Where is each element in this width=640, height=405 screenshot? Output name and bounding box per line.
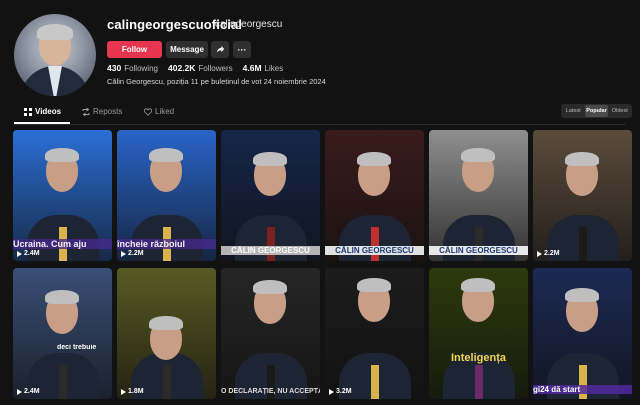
person-hair — [357, 152, 391, 166]
view-count: 3.2M — [329, 388, 352, 395]
follow-button[interactable]: Follow — [107, 41, 162, 58]
person-hair — [565, 152, 599, 166]
person-tie — [267, 227, 275, 261]
more-options-button[interactable]: ··· — [233, 41, 251, 58]
view-count: 2.2M — [121, 250, 144, 257]
sort-latest[interactable]: Latest — [562, 105, 584, 117]
view-count-value: 2.2M — [128, 250, 144, 257]
view-count-value: 1.8M — [128, 388, 144, 395]
profile-stats: 430 Following 402.2K Followers 4.6M Likes — [107, 63, 283, 73]
following-count: 430 — [107, 63, 122, 73]
tab-reposts-label: Reposts — [93, 107, 123, 116]
video-thumbnail[interactable]: 1.8M — [117, 268, 216, 399]
followers-count: 402.2K — [167, 63, 196, 73]
video-thumbnail[interactable]: 2.2M — [533, 130, 632, 261]
person-tie — [59, 365, 67, 399]
sort-popular[interactable]: Popular — [585, 105, 608, 117]
view-count: 2.4M — [17, 250, 40, 257]
view-count-value: 3.2M — [336, 388, 352, 395]
person-tie — [371, 227, 379, 261]
video-thumbnail[interactable]: deci trebuie 2.4M — [13, 268, 112, 399]
view-count: 2.4M — [17, 388, 40, 395]
sort-toggle: Latest Popular Oldest — [561, 104, 632, 118]
view-count-value: 2.4M — [24, 250, 40, 257]
view-count: 1.8M — [121, 388, 144, 395]
share-icon — [216, 45, 224, 54]
play-icon — [121, 388, 126, 395]
video-caption: gi24 dă start — [533, 385, 632, 394]
play-icon — [329, 388, 334, 395]
tab-liked-label: Liked — [155, 107, 175, 116]
tabs-divider — [14, 124, 626, 125]
person-hair — [461, 148, 495, 162]
following-label: Following — [124, 64, 158, 73]
video-caption: încheie războiul — [117, 239, 216, 249]
person-hair — [357, 278, 391, 292]
play-icon — [17, 250, 22, 257]
video-thumbnail[interactable]: O DECLARAȚIE, NU ACCEPTĂ — [221, 268, 320, 399]
person-hair — [45, 148, 79, 162]
video-thumbnail[interactable]: CĂLIN GEORGESCU — [221, 130, 320, 261]
person-hair — [565, 288, 599, 302]
video-thumbnail[interactable]: încheie războiul 2.2M — [117, 130, 216, 261]
play-icon — [121, 250, 126, 257]
profile-bio: Călin Georgescu, poziția 11 pe buletinul… — [107, 77, 326, 86]
following-stat[interactable]: 430 Following — [107, 63, 158, 73]
video-caption: Inteligența — [450, 352, 506, 364]
person-tie — [475, 227, 483, 261]
profile-tabs: Videos Reposts Liked — [14, 105, 626, 125]
person-tie — [475, 365, 483, 399]
video-thumbnail[interactable]: CĂLIN GEORGESCU — [429, 130, 528, 261]
person-hair — [149, 316, 183, 330]
repost-icon — [82, 107, 90, 116]
avatar-hair — [37, 24, 73, 40]
video-thumbnail[interactable]: CĂLIN GEORGESCU — [325, 130, 424, 261]
nickname: calingeorgescu — [215, 19, 283, 30]
likes-stat: 4.6M Likes — [243, 63, 284, 73]
view-count-value: 2.4M — [24, 388, 40, 395]
profile-header: calingeorgescuoficial calingeorgescu Fol… — [14, 14, 626, 104]
person-hair — [253, 152, 287, 166]
followers-label: Followers — [198, 64, 233, 73]
tab-videos[interactable]: Videos — [24, 107, 61, 116]
view-count: 2.2M — [537, 250, 560, 257]
person-tie — [163, 365, 171, 399]
person-hair — [461, 278, 495, 292]
video-caption: CĂLIN GEORGESCU — [429, 246, 528, 255]
person-hair — [149, 148, 183, 162]
tab-liked[interactable]: Liked — [144, 107, 174, 116]
person-hair — [253, 280, 287, 294]
view-count-value: 2.2M — [544, 250, 560, 257]
message-button[interactable]: Message — [166, 41, 208, 58]
tab-reposts[interactable]: Reposts — [82, 107, 122, 116]
person-tie — [579, 227, 587, 261]
likes-count: 4.6M — [242, 63, 262, 73]
likes-label: Likes — [264, 64, 284, 73]
avatar[interactable] — [14, 14, 96, 96]
person-tie — [371, 365, 379, 399]
video-thumbnail[interactable]: gi24 dă start — [533, 268, 632, 399]
tab-videos-label: Videos — [35, 107, 62, 116]
person-hair — [45, 290, 79, 304]
video-caption: CĂLIN GEORGESCU — [325, 246, 424, 255]
share-button[interactable] — [211, 41, 229, 58]
play-icon — [537, 250, 542, 257]
grid-icon — [24, 107, 32, 116]
sort-oldest[interactable]: Oldest — [609, 105, 631, 117]
video-thumbnail[interactable]: Inteligența — [429, 268, 528, 399]
video-thumbnail[interactable]: Ucraina. Cum aju 2.4M — [13, 130, 112, 261]
video-caption: CĂLIN GEORGESCU — [221, 246, 320, 255]
followers-stat[interactable]: 402.2K Followers — [168, 63, 233, 73]
video-caption: Ucraina. Cum aju — [13, 239, 112, 249]
video-grid: Ucraina. Cum aju 2.4M încheie războiul 2… — [13, 130, 635, 405]
play-icon — [17, 388, 22, 395]
video-caption: O DECLARAȚIE, NU ACCEPTĂ — [221, 388, 320, 395]
video-thumbnail[interactable]: 3.2M — [325, 268, 424, 399]
video-caption: deci trebuie — [57, 344, 97, 351]
heart-icon — [144, 107, 152, 116]
